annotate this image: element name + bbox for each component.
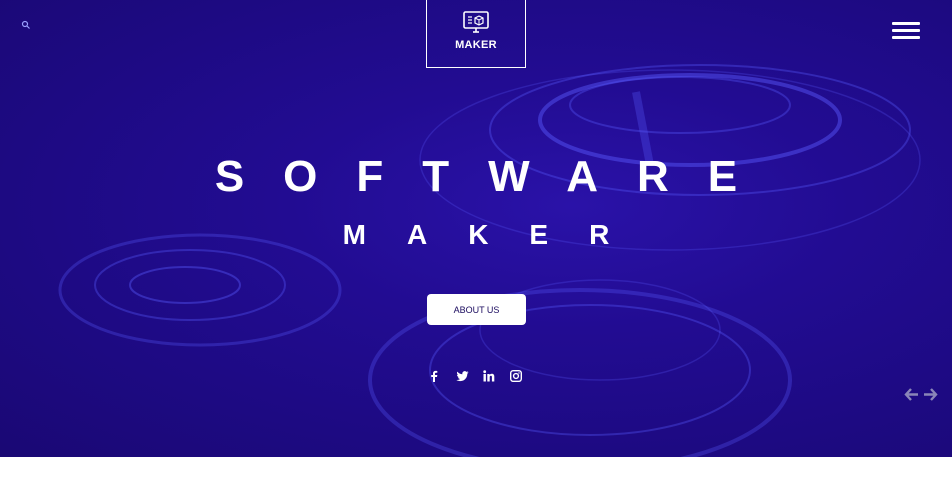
social-links	[426, 368, 534, 384]
slider-arrows	[904, 387, 938, 402]
menu-bar	[892, 29, 920, 32]
hamburger-menu-icon[interactable]	[892, 22, 920, 40]
hero-section: MAKER SOFTWARE MAKER ABOUT US	[0, 0, 952, 457]
arrow-right-icon[interactable]	[923, 387, 938, 402]
linkedin-icon[interactable]	[480, 368, 507, 384]
arrow-left-icon[interactable]	[904, 387, 919, 402]
hero-subtitle: MAKER	[342, 219, 651, 250]
menu-bar	[892, 22, 920, 25]
logo-text: MAKER	[455, 39, 497, 51]
facebook-icon[interactable]	[426, 368, 453, 384]
search-icon[interactable]	[21, 17, 31, 29]
site-logo[interactable]: MAKER	[426, 0, 526, 68]
about-us-button[interactable]: ABOUT US	[427, 294, 526, 325]
menu-bar	[892, 36, 920, 39]
hero-title: SOFTWARE	[214, 152, 777, 201]
monitor-cube-icon	[463, 11, 489, 33]
instagram-icon[interactable]	[507, 368, 534, 384]
twitter-icon[interactable]	[453, 368, 480, 384]
